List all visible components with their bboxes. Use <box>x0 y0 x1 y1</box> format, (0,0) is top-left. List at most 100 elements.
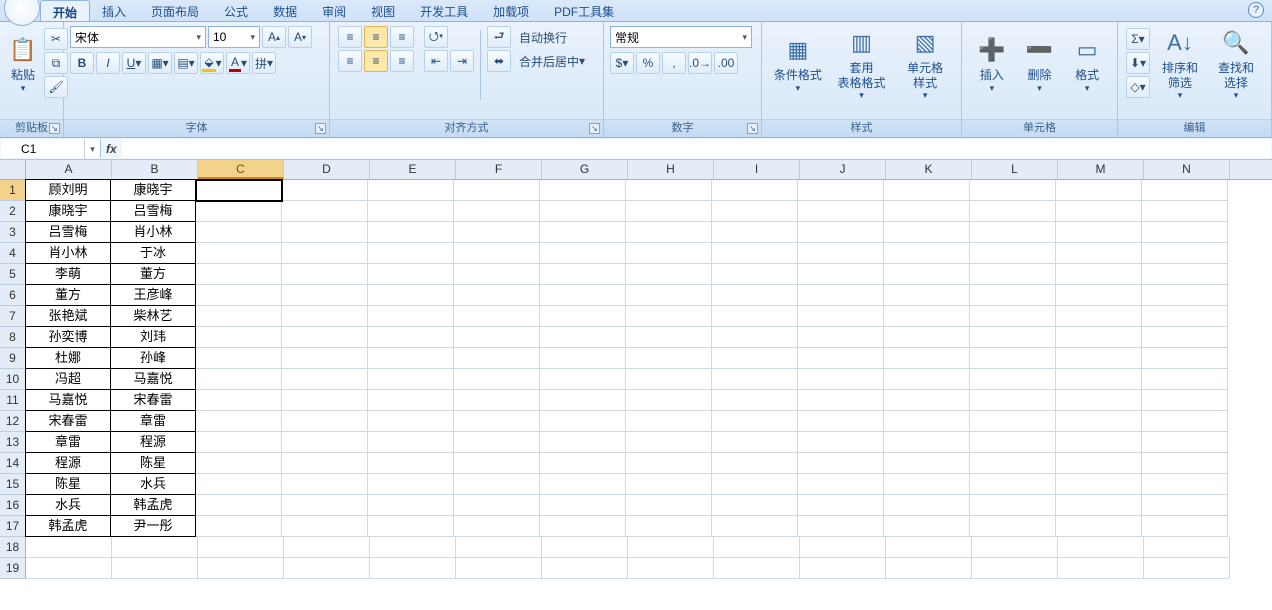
cell-N7[interactable] <box>1142 306 1228 327</box>
font-size-combo[interactable]: 10▾ <box>208 26 260 48</box>
tab-9[interactable]: PDF工具集 <box>542 0 627 21</box>
cell-C19[interactable] <box>198 558 284 579</box>
cell-J16[interactable] <box>798 495 884 516</box>
cell-D8[interactable] <box>282 327 368 348</box>
cell-I10[interactable] <box>712 369 798 390</box>
cell-A4[interactable]: 肖小林 <box>25 242 111 264</box>
row-header-18[interactable]: 18 <box>0 537 25 558</box>
row-header-19[interactable]: 19 <box>0 558 25 579</box>
cell-F15[interactable] <box>454 474 540 495</box>
cell-E7[interactable] <box>368 306 454 327</box>
help-icon[interactable]: ? <box>1248 2 1264 18</box>
cell-A5[interactable]: 李萌 <box>25 263 111 285</box>
cell-C5[interactable] <box>196 264 282 285</box>
cell-K5[interactable] <box>884 264 970 285</box>
cell-M7[interactable] <box>1056 306 1142 327</box>
col-header-H[interactable]: H <box>628 160 714 179</box>
col-header-L[interactable]: L <box>972 160 1058 179</box>
conditional-format-button[interactable]: ▦ 条件格式 <box>770 26 826 102</box>
tab-3[interactable]: 公式 <box>212 0 261 21</box>
cell-N16[interactable] <box>1142 495 1228 516</box>
cell-D4[interactable] <box>282 243 368 264</box>
col-header-K[interactable]: K <box>886 160 972 179</box>
cell-F19[interactable] <box>456 558 542 579</box>
cell-L2[interactable] <box>970 201 1056 222</box>
decrease-font-button[interactable]: A▾ <box>288 26 312 48</box>
cell-E17[interactable] <box>368 516 454 537</box>
cell-I14[interactable] <box>712 453 798 474</box>
italic-button[interactable]: I <box>96 52 120 74</box>
cell-K11[interactable] <box>884 390 970 411</box>
cell-A17[interactable]: 韩孟虎 <box>25 515 111 537</box>
percent-button[interactable]: % <box>636 52 660 74</box>
cell-H16[interactable] <box>626 495 712 516</box>
cell-L9[interactable] <box>970 348 1056 369</box>
cell-L1[interactable] <box>970 180 1056 201</box>
cell-N10[interactable] <box>1142 369 1228 390</box>
format-as-table-button[interactable]: ▥ 套用 表格格式 <box>830 26 894 102</box>
cell-K18[interactable] <box>886 537 972 558</box>
row-header-3[interactable]: 3 <box>0 222 25 243</box>
cell-H7[interactable] <box>626 306 712 327</box>
row-header-14[interactable]: 14 <box>0 453 25 474</box>
cell-J14[interactable] <box>798 453 884 474</box>
cell-J15[interactable] <box>798 474 884 495</box>
cell-J17[interactable] <box>798 516 884 537</box>
tab-4[interactable]: 数据 <box>261 0 310 21</box>
cell-E16[interactable] <box>368 495 454 516</box>
col-header-M[interactable]: M <box>1058 160 1144 179</box>
cell-B5[interactable]: 董方 <box>110 263 196 285</box>
cell-B13[interactable]: 程源 <box>110 431 196 453</box>
cell-H12[interactable] <box>626 411 712 432</box>
cell-J9[interactable] <box>798 348 884 369</box>
cell-B12[interactable]: 章雷 <box>110 410 196 432</box>
col-header-D[interactable]: D <box>284 160 370 179</box>
cell-N12[interactable] <box>1142 411 1228 432</box>
cell-D7[interactable] <box>282 306 368 327</box>
cell-K7[interactable] <box>884 306 970 327</box>
cell-F14[interactable] <box>454 453 540 474</box>
cell-C12[interactable] <box>196 411 282 432</box>
cell-L10[interactable] <box>970 369 1056 390</box>
select-all-corner[interactable] <box>0 160 26 180</box>
cell-L15[interactable] <box>970 474 1056 495</box>
cell-K2[interactable] <box>884 201 970 222</box>
tab-6[interactable]: 视图 <box>359 0 408 21</box>
cell-D17[interactable] <box>282 516 368 537</box>
cell-B8[interactable]: 刘玮 <box>110 326 196 348</box>
merge-center-button[interactable]: 合并后居中 ▾ <box>513 50 591 72</box>
cell-A16[interactable]: 水兵 <box>25 494 111 516</box>
wrap-text-button[interactable]: 自动换行 <box>513 26 573 48</box>
cell-H18[interactable] <box>628 537 714 558</box>
cell-L13[interactable] <box>970 432 1056 453</box>
cell-A18[interactable] <box>26 537 112 558</box>
cell-N14[interactable] <box>1142 453 1228 474</box>
cell-A19[interactable] <box>26 558 112 579</box>
format-cells-button[interactable]: ▭ 格式 <box>1065 26 1109 102</box>
cell-C10[interactable] <box>196 369 282 390</box>
cell-E14[interactable] <box>368 453 454 474</box>
row-header-2[interactable]: 2 <box>0 201 25 222</box>
cell-B16[interactable]: 韩孟虎 <box>110 494 196 516</box>
cell-M2[interactable] <box>1056 201 1142 222</box>
cell-B2[interactable]: 吕雪梅 <box>110 200 196 222</box>
cell-I5[interactable] <box>712 264 798 285</box>
cell-I13[interactable] <box>712 432 798 453</box>
cell-K8[interactable] <box>884 327 970 348</box>
cell-E4[interactable] <box>368 243 454 264</box>
cell-C14[interactable] <box>196 453 282 474</box>
col-header-G[interactable]: G <box>542 160 628 179</box>
cell-M8[interactable] <box>1056 327 1142 348</box>
cell-C1[interactable] <box>196 180 282 201</box>
cell-C11[interactable] <box>196 390 282 411</box>
font-name-combo[interactable]: 宋体▾ <box>70 26 206 48</box>
cell-I9[interactable] <box>712 348 798 369</box>
cell-G14[interactable] <box>540 453 626 474</box>
cell-E9[interactable] <box>368 348 454 369</box>
cell-A15[interactable]: 陈星 <box>25 473 111 495</box>
cell-M17[interactable] <box>1056 516 1142 537</box>
cell-H17[interactable] <box>626 516 712 537</box>
cell-J7[interactable] <box>798 306 884 327</box>
cell-C8[interactable] <box>196 327 282 348</box>
row-header-6[interactable]: 6 <box>0 285 25 306</box>
